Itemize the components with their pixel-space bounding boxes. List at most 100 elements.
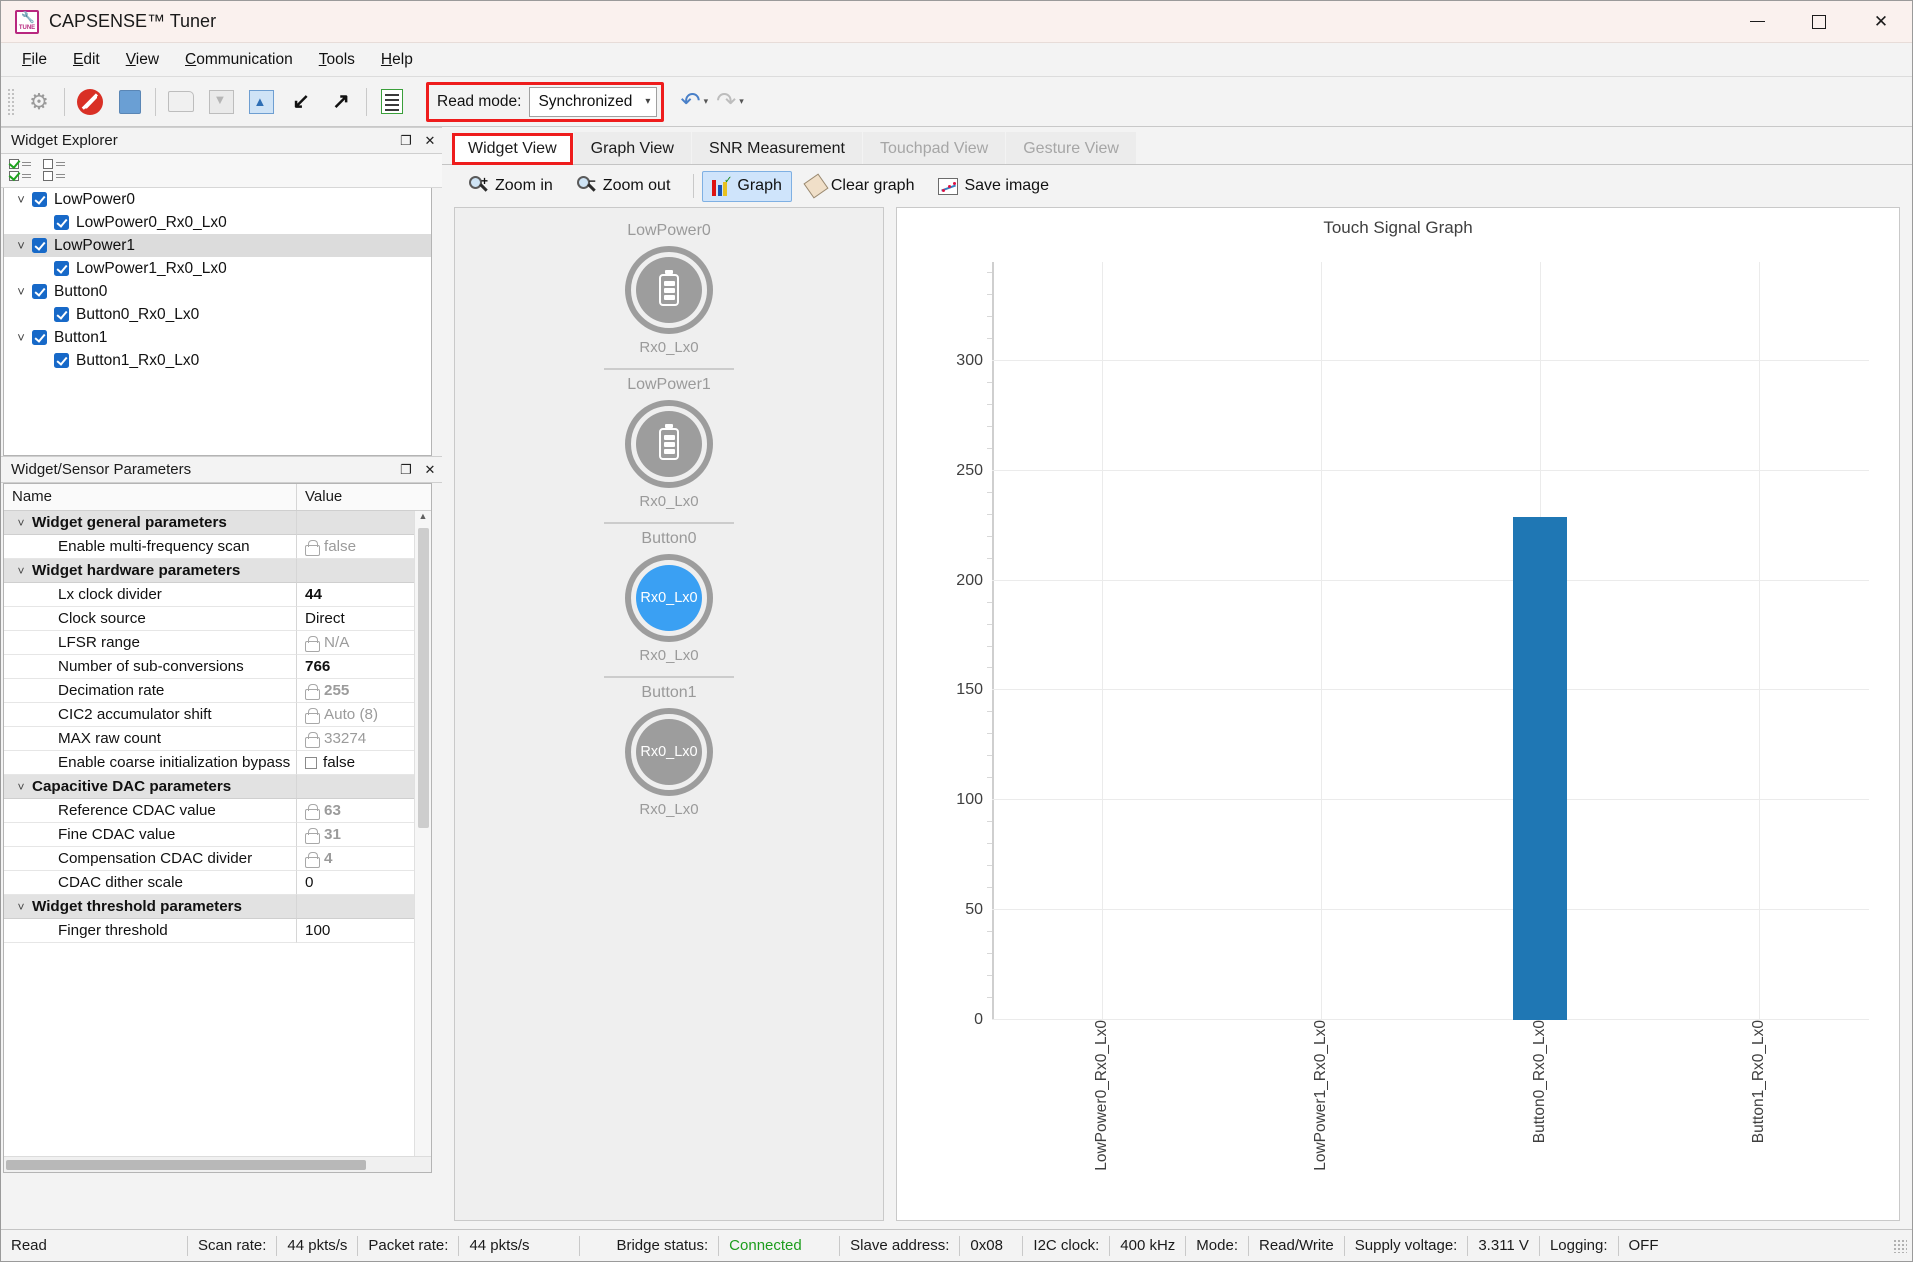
tree-item-checkbox[interactable] <box>54 307 69 322</box>
close-button[interactable]: ✕ <box>1850 1 1912 43</box>
chevron-down-icon[interactable]: ˅ <box>10 900 32 914</box>
hscrollbar-thumb[interactable] <box>6 1159 366 1170</box>
parameter-group-row[interactable]: ˅ Widget hardware parameters <box>4 559 431 583</box>
redo-icon[interactable]: ↷ <box>716 89 736 114</box>
scrollbar-thumb[interactable] <box>417 528 429 828</box>
parameter-value-cell[interactable]: Direct <box>297 607 431 631</box>
sensor-circle-lowpower0[interactable] <box>625 246 713 334</box>
tree-item-lowpower0_rx0_lx0[interactable]: LowPower0_Rx0_Lx0 <box>4 211 431 234</box>
tree-item-lowpower1_rx0_lx0[interactable]: LowPower1_Rx0_Lx0 <box>4 257 431 280</box>
parameter-row[interactable]: CIC2 accumulator shift Auto (8) <box>4 703 431 727</box>
tree-item-checkbox[interactable] <box>32 238 47 253</box>
parameters-close-icon[interactable]: ✕ <box>418 458 442 482</box>
menu-edit[interactable]: Edit <box>60 47 113 73</box>
parameter-group-row[interactable]: ˅ Widget general parameters <box>4 511 431 535</box>
sensor-circle-button1[interactable]: Rx0_Lx0 <box>625 708 713 796</box>
parameter-row[interactable]: CDAC dither scale 0 <box>4 871 431 895</box>
tree-item-checkbox[interactable] <box>54 215 69 230</box>
parameter-group-row[interactable]: ˅ Widget threshold parameters <box>4 895 431 919</box>
tree-item-lowpower0[interactable]: ˅ LowPower0 <box>4 188 431 211</box>
download-icon[interactable] <box>201 82 241 122</box>
open-folder-icon[interactable] <box>161 82 201 122</box>
graph-button[interactable]: ✓ Graph <box>702 170 792 202</box>
parameter-group-row[interactable]: ˅ Capacitive DAC parameters <box>4 775 431 799</box>
tree-item-lowpower1[interactable]: ˅ LowPower1 <box>4 234 431 257</box>
parameter-row[interactable]: LFSR range N/A <box>4 631 431 655</box>
parameter-row[interactable]: Clock source Direct <box>4 607 431 631</box>
export-icon[interactable]: ↗ <box>321 82 361 122</box>
parameter-row[interactable]: Finger threshold 100 <box>4 919 431 943</box>
parameter-row[interactable]: Enable coarse initialization bypass false <box>4 751 431 775</box>
parameter-value-cell[interactable]: N/A <box>297 631 431 655</box>
parameter-value-cell[interactable]: false <box>297 751 431 775</box>
menu-communication[interactable]: Communication <box>172 47 306 73</box>
upload-icon[interactable] <box>241 82 281 122</box>
zoom-out-button[interactable]: − Zoom out <box>568 171 680 201</box>
tree-item-checkbox[interactable] <box>54 353 69 368</box>
menu-file[interactable]: File <box>9 47 60 73</box>
parameter-value-cell[interactable]: 63 <box>297 799 431 823</box>
clear-graph-button[interactable]: Clear graph <box>798 172 924 200</box>
undo-dropdown-icon[interactable]: ▾ <box>704 96 709 107</box>
tree-item-checkbox[interactable] <box>32 330 47 345</box>
parameter-value-cell[interactable]: false <box>297 535 431 559</box>
parameter-value-cell[interactable]: 100 <box>297 919 431 943</box>
parameter-value-cell[interactable]: 0 <box>297 871 431 895</box>
parameter-value-cell[interactable]: 44 <box>297 583 431 607</box>
resize-grip[interactable] <box>1893 1238 1907 1253</box>
parameter-checkbox[interactable] <box>305 756 317 769</box>
parameter-row[interactable]: Fine CDAC value 31 <box>4 823 431 847</box>
parameter-row[interactable]: Lx clock divider 44 <box>4 583 431 607</box>
uncheck-all-icon[interactable] <box>43 158 71 184</box>
stop-icon[interactable] <box>70 82 110 122</box>
parameter-row[interactable]: Enable multi-frequency scan false <box>4 535 431 559</box>
parameter-value-cell[interactable]: 766 <box>297 655 431 679</box>
widget-explorer-tree[interactable]: ˅ LowPower0 LowPower0_Rx0_Lx0 ˅ LowPower1 Low… <box>3 188 432 456</box>
chevron-down-icon[interactable]: ˅ <box>10 330 32 345</box>
tab-widget-view[interactable]: Widget View <box>452 133 573 165</box>
undo-icon[interactable]: ↶ <box>680 89 700 114</box>
tree-item-checkbox[interactable] <box>54 261 69 276</box>
minimize-button[interactable] <box>1726 1 1788 43</box>
parameter-row[interactable]: Reference CDAC value 63 <box>4 799 431 823</box>
menu-help[interactable]: Help <box>368 47 426 73</box>
settings-gear-icon[interactable]: ⚙ <box>19 82 59 122</box>
tab-snr-measurement[interactable]: SNR Measurement <box>691 132 862 164</box>
chevron-down-icon[interactable]: ˅ <box>10 564 32 578</box>
parameter-value-cell[interactable]: Auto (8) <box>297 703 431 727</box>
parameter-value-cell[interactable]: 31 <box>297 823 431 847</box>
parameters-float-icon[interactable]: ❐ <box>394 458 418 482</box>
scroll-up-icon[interactable]: ▲ <box>419 511 428 526</box>
zoom-in-button[interactable]: + Zoom in <box>460 171 562 201</box>
tree-item-button1_rx0_lx0[interactable]: Button1_Rx0_Lx0 <box>4 349 431 372</box>
column-header-name[interactable]: Name <box>4 484 297 510</box>
tree-item-button0_rx0_lx0[interactable]: Button0_Rx0_Lx0 <box>4 303 431 326</box>
toolbar-grip[interactable] <box>7 87 14 116</box>
parameters-vertical-scrollbar[interactable]: ▲ <box>414 511 431 1156</box>
chevron-down-icon[interactable]: ˅ <box>10 192 32 207</box>
parameter-row[interactable]: Number of sub-conversions 766 <box>4 655 431 679</box>
sensor-circle-button0[interactable]: Rx0_Lx0 <box>625 554 713 642</box>
chevron-down-icon[interactable]: ˅ <box>10 780 32 794</box>
tab-graph-view[interactable]: Graph View <box>573 132 691 164</box>
tree-item-button0[interactable]: ˅ Button0 <box>4 280 431 303</box>
save-image-button[interactable]: Save image <box>929 172 1058 200</box>
chevron-down-icon[interactable]: ˅ <box>10 516 32 530</box>
sensor-circle-lowpower1[interactable] <box>625 400 713 488</box>
widget-explorer-float-icon[interactable]: ❐ <box>394 129 418 153</box>
check-all-icon[interactable] <box>9 158 37 184</box>
tree-item-checkbox[interactable] <box>32 284 47 299</box>
parameter-value-cell[interactable]: 255 <box>297 679 431 703</box>
parameters-horizontal-scrollbar[interactable] <box>4 1156 431 1172</box>
parameter-value-cell[interactable]: 4 <box>297 847 431 871</box>
menu-tools[interactable]: Tools <box>306 47 368 73</box>
tree-item-checkbox[interactable] <box>32 192 47 207</box>
chevron-down-icon[interactable]: ˅ <box>10 238 32 253</box>
maximize-button[interactable] <box>1788 1 1850 43</box>
log-icon[interactable] <box>372 82 412 122</box>
parameter-value-cell[interactable]: 33274 <box>297 727 431 751</box>
tree-item-button1[interactable]: ˅ Button1 <box>4 326 431 349</box>
column-header-value[interactable]: Value <box>297 484 431 510</box>
read-mode-select[interactable]: Synchronized ▾ <box>529 86 658 117</box>
parameter-row[interactable]: MAX raw count 33274 <box>4 727 431 751</box>
